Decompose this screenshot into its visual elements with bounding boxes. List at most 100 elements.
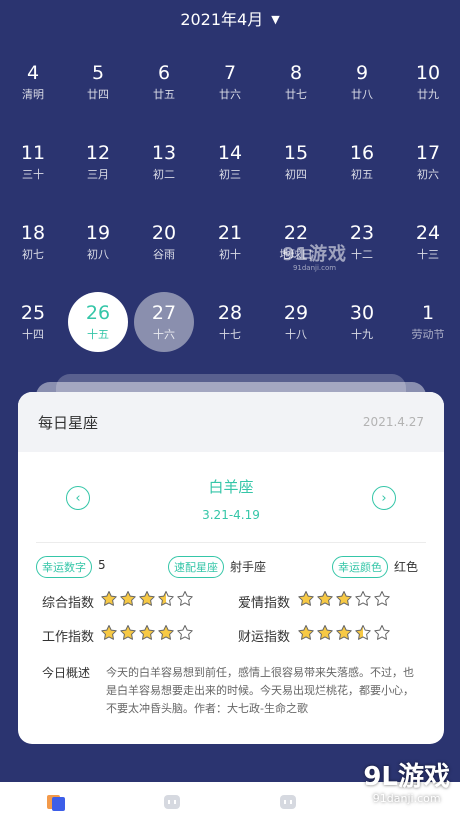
day-lunar-label: 廿四 — [87, 88, 109, 101]
day-lunar-label: 十九 — [351, 328, 373, 341]
day-lunar-label: 十四 — [22, 328, 44, 341]
match-sign-tag: 速配星座 — [168, 556, 224, 578]
calendar-day[interactable]: 25 十四 — [3, 292, 63, 352]
day-number: 24 — [415, 222, 441, 244]
calendar-day[interactable]: 18 初七 — [3, 212, 63, 272]
day-number: 28 — [217, 302, 243, 324]
calendar-day[interactable]: 1 劳动节 — [398, 292, 458, 352]
card-title: 每日星座 — [38, 413, 99, 432]
calendar-day[interactable]: 13 初二 — [134, 132, 194, 192]
month-selector[interactable]: 2021年4月 ▼ — [0, 6, 460, 30]
day-number: 7 — [223, 62, 237, 84]
calendar-day[interactable]: 20 谷雨 — [134, 212, 194, 272]
day-number: 12 — [85, 142, 111, 164]
day-lunar-label: 初八 — [87, 248, 109, 261]
day-lunar-label: 三十 — [22, 168, 44, 181]
day-lunar-label: 初十 — [219, 248, 241, 261]
calendar-day[interactable]: 27 十六 — [134, 292, 194, 352]
day-number: 10 — [415, 62, 441, 84]
day-number: 20 — [151, 222, 177, 244]
calendar-day[interactable]: 28 十七 — [200, 292, 260, 352]
day-lunar-label: 十八 — [285, 328, 307, 341]
star-icon — [354, 624, 372, 642]
calendar-day[interactable]: 10 廿九 — [398, 52, 458, 112]
zodiac-switcher: ‹ 白羊座 3.21-4.19 › — [36, 452, 426, 543]
day-lunar-label: 初三 — [219, 168, 241, 181]
calendar-week-row: 11 三十 12 三月 13 初二 14 初三 15 初四 16 初五 17 初六 — [0, 132, 460, 212]
calendar-day[interactable]: 21 初十 — [200, 212, 260, 272]
calendar-day[interactable]: 16 初五 — [332, 132, 392, 192]
calendar-day[interactable]: 14 初三 — [200, 132, 260, 192]
calendar-day[interactable]: 9 廿八 — [332, 52, 392, 112]
calendar-day[interactable]: 4 清明 — [3, 52, 63, 112]
day-number: 11 — [20, 142, 46, 164]
star-icon — [119, 624, 137, 642]
day-number: 23 — [349, 222, 375, 244]
card-header: 每日星座 2021.4.27 — [18, 392, 444, 452]
calendar-day[interactable]: 5 廿四 — [68, 52, 128, 112]
day-lunar-label: 十二 — [351, 248, 373, 261]
summary-label: 今日概述 — [42, 666, 91, 680]
day-number: 4 — [26, 62, 40, 84]
day-lunar-label: 初二 — [153, 168, 175, 181]
calendar-day[interactable]: 11 三十 — [3, 132, 63, 192]
calendar-week-row: 25 十四 26 十五 27 十六 28 十七 29 十八 30 十九 1 劳动节 — [0, 292, 460, 372]
day-lunar-label: 三月 — [87, 168, 109, 181]
day-lunar-label: 十七 — [219, 328, 241, 341]
stat-label: 爱情指数 — [238, 596, 291, 611]
calendar-day[interactable]: 19 初八 — [68, 212, 128, 272]
star-rating — [297, 624, 391, 642]
day-number: 16 — [349, 142, 375, 164]
star-icon — [157, 590, 175, 608]
day-lunar-label: 初四 — [285, 168, 307, 181]
day-number: 1 — [421, 302, 435, 324]
stat-label: 综合指数 — [42, 596, 95, 611]
day-lunar-label: 廿五 — [153, 88, 175, 101]
calendar-day[interactable]: 6 廿五 — [134, 52, 194, 112]
calendar-day[interactable]: 12 三月 — [68, 132, 128, 192]
stats-row: 综合指数 爱情指数 — [18, 590, 444, 626]
stats-row: 工作指数 财运指数 — [18, 624, 444, 660]
stat-label: 财运指数 — [238, 630, 291, 645]
calendar-day[interactable]: 7 廿六 — [200, 52, 260, 112]
star-icon — [138, 624, 156, 642]
lucky-color-tag: 幸运颜色 — [332, 556, 388, 578]
star-icon — [100, 590, 118, 608]
day-number: 26 — [85, 302, 111, 324]
calendar-day[interactable]: 30 十九 — [332, 292, 392, 352]
day-lunar-label: 廿八 — [351, 88, 373, 101]
calendar-day[interactable]: 24 十三 — [398, 212, 458, 272]
calendar-week-row: 18 初七 19 初八 20 谷雨 21 初十 22 地球日 23 十二 24 十三 — [0, 212, 460, 292]
calendar-day[interactable]: 15 初四 — [266, 132, 326, 192]
chevron-right-icon[interactable]: › — [372, 486, 396, 510]
day-number: 18 — [20, 222, 46, 244]
day-lunar-label: 谷雨 — [153, 248, 175, 261]
day-number: 27 — [151, 302, 177, 324]
robot-tab-icon-2[interactable] — [278, 792, 298, 812]
calendar-week-row: 4 清明 5 廿四 6 廿五 7 廿六 8 廿七 9 廿八 10 廿九 — [0, 52, 460, 132]
day-lunar-label: 初七 — [22, 248, 44, 261]
star-icon — [335, 590, 353, 608]
star-icon — [354, 590, 372, 608]
lucky-color-value: 红色 — [394, 560, 419, 574]
calendar-day[interactable]: 8 廿七 — [266, 52, 326, 112]
match-sign-value: 射手座 — [230, 560, 267, 574]
day-number: 25 — [20, 302, 46, 324]
robot-tab-icon[interactable] — [162, 792, 182, 812]
star-icon — [297, 590, 315, 608]
stats-section: 综合指数 爱情指数工作指数 财运指数 — [18, 590, 444, 660]
star-icon — [100, 624, 118, 642]
calendar-day[interactable]: 29 十八 — [266, 292, 326, 352]
calendar-day[interactable]: 26 十五 — [68, 292, 128, 352]
star-icon — [373, 590, 391, 608]
star-icon — [335, 624, 353, 642]
calendar-day[interactable]: 17 初六 — [398, 132, 458, 192]
lucky-number-tag: 幸运数字 — [36, 556, 92, 578]
star-rating — [100, 624, 194, 642]
calendar-grid: 4 清明 5 廿四 6 廿五 7 廿六 8 廿七 9 廿八 10 廿九 11 三十 12 三月 13 初二 14 初三 15… — [0, 52, 460, 372]
day-number: 30 — [349, 302, 375, 324]
calendar-tab-icon[interactable] — [46, 792, 66, 812]
zodiac-date-range: 3.21-4.19 — [202, 508, 260, 522]
day-lunar-label: 十三 — [417, 248, 439, 261]
zodiac-sign: 白羊座 — [208, 478, 254, 496]
